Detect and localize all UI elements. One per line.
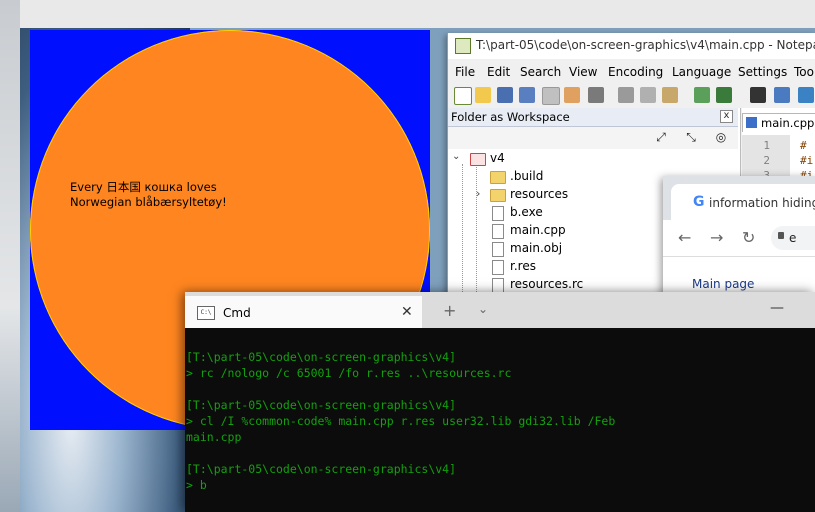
cmd-icon: C:\: [197, 306, 215, 320]
minimize-icon[interactable]: —: [770, 300, 784, 316]
menu-edit[interactable]: Edit: [487, 65, 510, 79]
chrome-window[interactable]: G information hiding - ← → ↻ e Main page: [663, 176, 815, 296]
saved-file-icon: [746, 117, 757, 128]
tree-item-label: b.exe: [510, 205, 543, 219]
close-icon[interactable]: ✕: [401, 304, 413, 320]
file-icon: [492, 278, 504, 293]
address-text: e: [789, 231, 797, 245]
editor-tab-label: main.cpp: [761, 116, 815, 130]
new-file-icon[interactable]: [454, 87, 472, 105]
terminal-output[interactable]: [T:\part-05\code\on-screen-graphics\v4] …: [185, 328, 815, 512]
undo-icon[interactable]: [694, 87, 710, 103]
code-line: #: [800, 139, 807, 152]
notepadpp-titlebar[interactable]: T:\part-05\code\on-screen-graphics\v4\ma…: [448, 33, 815, 59]
menu-settings[interactable]: Settings: [738, 65, 787, 79]
chrome-tab[interactable]: G information hiding -: [671, 184, 815, 220]
google-icon: G: [693, 194, 705, 210]
terminal-line: [T:\part-05\code\on-screen-graphics\v4]: [186, 398, 457, 412]
folder-icon: [490, 189, 506, 202]
locate-file-icon[interactable]: ◎: [714, 130, 728, 144]
file-icon: [492, 260, 504, 275]
terminal-line: > rc /nologo /c 65001 /fo r.res ..\resou…: [186, 366, 512, 380]
find-icon[interactable]: [750, 87, 766, 103]
window-top-edge: [20, 0, 815, 28]
file-icon: [492, 224, 504, 239]
menu-tools[interactable]: Tool: [794, 65, 815, 79]
notepadpp-title: T:\part-05\code\on-screen-graphics\v4\ma…: [476, 38, 815, 52]
terminal-window[interactable]: C:\ Cmd ✕ + ⌄ — [T:\part-05\code\on-scre…: [185, 292, 815, 512]
file-icon: [492, 242, 504, 257]
terminal-line: [T:\part-05\code\on-screen-graphics\v4]: [186, 462, 457, 476]
replace-icon[interactable]: [774, 87, 790, 103]
chrome-toolbar: ← → ↻ e: [663, 220, 815, 257]
new-tab-icon[interactable]: +: [443, 301, 456, 320]
reload-icon[interactable]: ↻: [742, 228, 755, 247]
print-icon[interactable]: [588, 87, 604, 103]
terminal-line: [T:\part-05\code\on-screen-graphics\v4]: [186, 350, 457, 364]
menu-search[interactable]: Search: [520, 65, 561, 79]
save-icon[interactable]: [497, 87, 513, 103]
code-line: #i: [800, 154, 814, 167]
redo-icon[interactable]: [716, 87, 732, 103]
editor-tab-main-cpp[interactable]: main.cpp: [742, 113, 815, 132]
tree-item-label: .build: [510, 169, 544, 183]
folder-workspace-tools: ⤢ ⤡ ◎: [448, 127, 738, 149]
close-panel-button[interactable]: x: [720, 110, 733, 123]
back-icon[interactable]: ←: [678, 228, 691, 247]
line-number: 2: [763, 154, 770, 167]
menu-encoding[interactable]: Encoding: [608, 65, 663, 79]
chevron-down-icon[interactable]: ⌄: [478, 302, 488, 316]
menu-view[interactable]: View: [569, 65, 597, 79]
tree-item-label: main.obj: [510, 241, 563, 255]
desktop-left-edge: [0, 0, 20, 512]
folder-icon: [490, 171, 506, 184]
lock-icon: [778, 232, 784, 239]
notepadpp-app-icon: [455, 38, 471, 54]
graphics-text-line: Every 日本国 кошка loves: [70, 180, 217, 194]
graphics-text: Every 日本国 кошка loves Norwegian blåbærsy…: [70, 180, 290, 210]
chrome-tabstrip: G information hiding -: [663, 176, 815, 220]
folder-workspace-titlebar: Folder as Workspace x: [448, 108, 738, 127]
terminal-line: > cl /I %common-code% main.cpp r.res use…: [186, 414, 616, 428]
close-file-icon[interactable]: [542, 87, 560, 105]
tree-item-label: resources: [510, 187, 569, 201]
tree-item-label: r.res: [510, 259, 536, 273]
folder-icon: [470, 153, 486, 166]
notepadpp-toolbar: [448, 84, 815, 108]
tree-item-label: main.cpp: [510, 223, 566, 237]
copy-icon[interactable]: [640, 87, 656, 103]
line-number: 1: [763, 139, 770, 152]
open-file-icon[interactable]: [475, 87, 491, 103]
terminal-tab-title: Cmd: [223, 306, 251, 320]
terminal-tabbar: C:\ Cmd ✕ + ⌄ —: [185, 292, 815, 328]
chevron-right-icon[interactable]: ›: [476, 187, 480, 200]
collapse-all-icon[interactable]: ⤡: [684, 130, 698, 144]
terminal-line: > b: [186, 478, 207, 492]
forward-icon[interactable]: →: [710, 228, 723, 247]
file-icon: [492, 206, 504, 221]
folder-workspace-title: Folder as Workspace: [451, 110, 570, 124]
address-bar[interactable]: e: [771, 226, 815, 250]
main-page-link[interactable]: Main page: [692, 277, 754, 291]
chrome-tab-title: information hiding -: [709, 196, 815, 210]
terminal-line: main.cpp: [186, 430, 242, 444]
cut-icon[interactable]: [618, 87, 634, 103]
graphics-text-line: Norwegian blåbærsyltetøy!: [70, 195, 227, 209]
menu-language[interactable]: Language: [672, 65, 731, 79]
close-all-icon[interactable]: [564, 87, 580, 103]
zoom-icon[interactable]: [798, 87, 814, 103]
chevron-down-icon[interactable]: ⌄: [452, 151, 460, 162]
notepadpp-menubar: File Edit Search View Encoding Language …: [448, 63, 815, 83]
terminal-tab-cmd[interactable]: C:\ Cmd ✕: [185, 296, 422, 328]
tree-item-label: resources.rc: [510, 277, 584, 291]
menu-file[interactable]: File: [455, 65, 475, 79]
save-all-icon[interactable]: [519, 87, 535, 103]
tree-root-label: v4: [490, 151, 505, 165]
paste-icon[interactable]: [662, 87, 678, 103]
expand-all-icon[interactable]: ⤢: [654, 130, 668, 144]
